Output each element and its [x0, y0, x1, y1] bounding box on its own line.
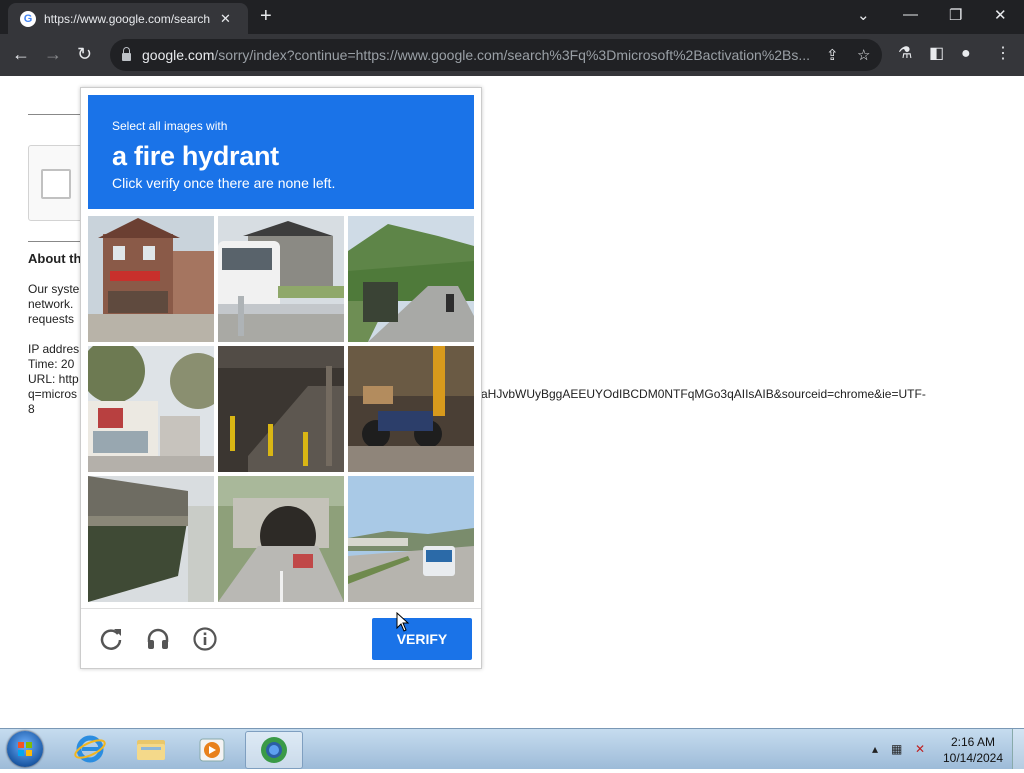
windows-logo-icon: [18, 742, 32, 756]
taskbar-file-explorer[interactable]: [123, 731, 179, 767]
start-button[interactable]: [7, 731, 43, 767]
image-grid: [88, 216, 474, 602]
captcha-tile-tunnel[interactable]: [218, 476, 344, 602]
bus-image: [348, 476, 474, 602]
truck-image: [348, 216, 474, 342]
browser-tab-bar: G https://www.google.com/search ✕ + ⌄ — …: [0, 0, 1024, 34]
show-hidden-icons[interactable]: ▴: [872, 742, 878, 756]
tunnel-image: [218, 476, 344, 602]
time-label: Time: 20: [28, 357, 75, 371]
footer-divider: [81, 608, 481, 609]
share-icon[interactable]: ⇪: [826, 46, 839, 64]
motorcycle-image: [348, 346, 474, 472]
garage-image: [218, 346, 344, 472]
info-icon[interactable]: [192, 626, 218, 652]
reload-challenge-icon[interactable]: [98, 626, 124, 652]
side-panel-icon[interactable]: ◧: [929, 44, 944, 64]
network-icon[interactable]: ▦: [891, 742, 902, 756]
mouse-cursor-icon: [396, 612, 410, 632]
captcha-tile-house[interactable]: [88, 216, 214, 342]
audio-challenge-icon[interactable]: [145, 626, 171, 652]
browser-tab[interactable]: G https://www.google.com/search ✕: [8, 3, 248, 34]
clock-time: 2:16 AM: [950, 735, 996, 749]
instruction-sub: Click verify once there are none left.: [112, 175, 336, 191]
house-image: [88, 216, 214, 342]
close-window-icon[interactable]: ✕: [994, 6, 1007, 24]
restore-icon[interactable]: ❐: [949, 6, 962, 24]
show-desktop-button[interactable]: [1012, 729, 1024, 769]
taskbar-media-player[interactable]: [184, 731, 240, 767]
tab-close-icon[interactable]: ✕: [220, 11, 231, 27]
street-image: [88, 346, 214, 472]
clock-date: 10/14/2024: [942, 751, 1004, 765]
verify-button[interactable]: VERIFY: [372, 618, 472, 660]
minimize-icon[interactable]: —: [903, 6, 918, 23]
url-path: /sorry/index?continue=https://www.google…: [214, 47, 811, 63]
captcha-tile-truck[interactable]: [348, 216, 474, 342]
explanation-line-3: requests: [28, 312, 75, 326]
captcha-tile-van[interactable]: [218, 216, 344, 342]
van-image: [218, 216, 344, 342]
recaptcha-checkbox[interactable]: [41, 169, 71, 199]
captcha-challenge-popup: Select all images with a fire hydrant Cl…: [80, 87, 482, 669]
forward-icon[interactable]: →: [44, 44, 62, 64]
explanation-line-1: Our syste: [28, 282, 80, 296]
overpass-image: [88, 476, 214, 602]
lock-icon[interactable]: [122, 47, 131, 61]
tab-search-icon[interactable]: ⌄: [857, 6, 870, 24]
back-icon[interactable]: ←: [12, 44, 30, 64]
volume-muted-icon[interactable]: ✕: [915, 742, 925, 756]
browser-toolbar: ← → ↻ google.com/sorry/index?continue=ht…: [0, 34, 1024, 76]
captcha-tile-motorcycle[interactable]: [348, 346, 474, 472]
labs-flask-icon[interactable]: ⚗: [898, 44, 912, 64]
internet-explorer-icon: [74, 735, 106, 763]
url-line-right: aHJvbWUyBggAEEUYOdIBCDM0NTFqMGo3qAIIsAIB…: [481, 387, 926, 401]
windows-taskbar: ▴ ▦ ✕ 2:16 AM 10/14/2024: [0, 728, 1024, 769]
url-line-end: 8: [28, 402, 35, 416]
address-url[interactable]: google.com/sorry/index?continue=https://…: [142, 47, 817, 63]
captcha-tile-bus[interactable]: [348, 476, 474, 602]
url-label: URL: http: [28, 372, 79, 386]
captcha-tile-street[interactable]: [88, 346, 214, 472]
divider-top: [28, 114, 88, 115]
taskbar-chrome[interactable]: [245, 731, 303, 769]
captcha-instructions: Select all images with a fire hydrant Cl…: [88, 95, 474, 209]
tab-title: https://www.google.com/search: [44, 11, 211, 26]
url-host: google.com: [142, 47, 215, 63]
new-tab-icon[interactable]: +: [260, 6, 272, 26]
reload-icon[interactable]: ↻: [77, 44, 92, 64]
chrome-icon: [261, 737, 287, 763]
about-heading: About th: [28, 251, 82, 266]
taskbar-internet-explorer[interactable]: [62, 731, 118, 767]
bookmark-star-icon[interactable]: ☆: [857, 46, 870, 64]
ip-address-label: IP addres: [28, 342, 80, 356]
target-object-label: a fire hydrant: [112, 141, 279, 171]
media-player-icon: [199, 738, 225, 762]
system-clock[interactable]: 2:16 AM 10/14/2024: [938, 734, 1008, 766]
address-bar[interactable]: google.com/sorry/index?continue=https://…: [110, 39, 882, 71]
menu-kebab-icon[interactable]: ⋮: [995, 44, 1011, 64]
folder-icon: [137, 740, 165, 760]
divider-middle: [28, 241, 88, 242]
url-line-left: q=micros: [28, 387, 78, 401]
captcha-tile-overpass[interactable]: [88, 476, 214, 602]
explanation-line-2: network.: [28, 297, 74, 311]
google-favicon-icon: G: [20, 10, 36, 27]
captcha-tile-garage[interactable]: [218, 346, 344, 472]
instruction-small: Select all images with: [112, 119, 228, 133]
profile-icon[interactable]: ●: [961, 44, 971, 64]
